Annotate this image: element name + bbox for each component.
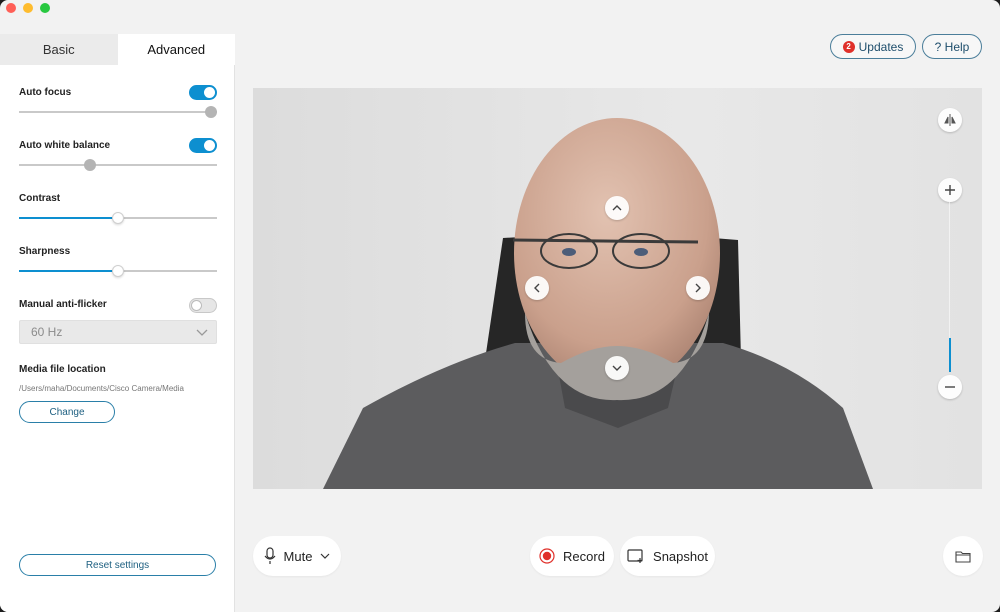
media-location-label: Media file location xyxy=(19,364,106,375)
zoom-out-icon xyxy=(945,386,955,388)
minimize-window-button[interactable] xyxy=(23,3,33,13)
toggle-knob xyxy=(204,87,215,98)
auto-white-balance-label: Auto white balance xyxy=(19,140,111,151)
snapshot-label: Snapshot xyxy=(653,548,708,564)
media-location-path: /Users/maha/Documents/Cisco Camera/Media xyxy=(19,384,184,393)
auto-focus-label: Auto focus xyxy=(19,87,72,98)
slider-thumb[interactable] xyxy=(205,106,217,118)
window-controls xyxy=(6,3,50,13)
updates-button[interactable]: 2 Updates xyxy=(830,34,916,59)
auto-white-balance-toggle[interactable] xyxy=(189,138,217,153)
snapshot-button[interactable]: Snapshot xyxy=(620,536,715,576)
zoom-window-button[interactable] xyxy=(40,3,50,13)
record-icon xyxy=(539,548,555,564)
sharpness-label: Sharpness xyxy=(19,246,71,257)
mic-icon xyxy=(264,547,276,564)
pan-down-button[interactable] xyxy=(605,356,629,380)
slider-track xyxy=(19,111,217,113)
record-button[interactable]: Record xyxy=(530,536,614,576)
sharpness-slider[interactable] xyxy=(19,265,217,277)
snapshot-icon xyxy=(627,548,643,563)
pan-left-button[interactable] xyxy=(525,276,549,300)
flicker-frequency-value: 60 Hz xyxy=(31,325,63,339)
pan-left-icon xyxy=(534,283,540,293)
updates-label: Updates xyxy=(858,39,904,54)
change-location-button[interactable]: Change xyxy=(19,401,115,423)
close-window-button[interactable] xyxy=(6,3,16,13)
mute-label: Mute xyxy=(283,548,313,564)
anti-flicker-label: Manual anti-flicker xyxy=(19,299,107,310)
toggle-knob xyxy=(191,300,202,311)
pan-down-icon xyxy=(612,365,622,371)
tab-advanced[interactable]: Advanced xyxy=(117,34,235,65)
app-window: Basic Advanced Auto focus Auto white bal… xyxy=(0,0,1000,612)
mute-button[interactable]: Mute xyxy=(253,536,341,576)
chevron-down-icon xyxy=(321,553,330,559)
slider-thumb[interactable] xyxy=(112,265,124,277)
slider-track xyxy=(19,164,217,166)
flip-camera-button[interactable] xyxy=(938,108,962,132)
flip-icon xyxy=(944,114,956,126)
flicker-frequency-select[interactable]: 60 Hz xyxy=(19,320,217,344)
record-label: Record xyxy=(563,548,605,564)
zoom-in-button[interactable] xyxy=(938,178,962,202)
help-button[interactable]: ? Help xyxy=(922,34,982,59)
white-balance-slider[interactable] xyxy=(19,159,217,171)
camera-preview xyxy=(253,88,982,489)
contrast-label: Contrast xyxy=(19,193,61,204)
settings-tabs: Basic Advanced xyxy=(0,34,235,65)
auto-focus-toggle[interactable] xyxy=(189,85,217,100)
focus-slider[interactable] xyxy=(19,106,217,118)
pan-right-button[interactable] xyxy=(686,276,710,300)
reset-settings-button[interactable]: Reset settings xyxy=(19,554,216,576)
pan-up-button[interactable] xyxy=(605,196,629,220)
toggle-knob xyxy=(204,140,215,151)
camera-feed-image xyxy=(253,88,982,489)
folder-icon xyxy=(955,550,971,563)
settings-panel: Basic Advanced Auto focus Auto white bal… xyxy=(0,34,235,612)
zoom-slider-fill xyxy=(949,338,951,372)
chevron-down-icon xyxy=(196,329,208,336)
pan-right-icon xyxy=(695,283,701,293)
slider-thumb[interactable] xyxy=(112,212,124,224)
slider-thumb[interactable] xyxy=(84,159,97,171)
anti-flicker-toggle[interactable] xyxy=(189,298,217,313)
updates-count-badge: 2 xyxy=(842,40,855,53)
slider-fill xyxy=(19,270,118,272)
open-media-folder-button[interactable] xyxy=(943,536,983,576)
zoom-out-button[interactable] xyxy=(938,375,962,399)
tab-basic[interactable]: Basic xyxy=(0,34,118,65)
contrast-slider[interactable] xyxy=(19,212,217,224)
zoom-in-icon xyxy=(945,185,955,195)
slider-fill xyxy=(19,217,118,219)
pan-up-icon xyxy=(612,205,622,211)
